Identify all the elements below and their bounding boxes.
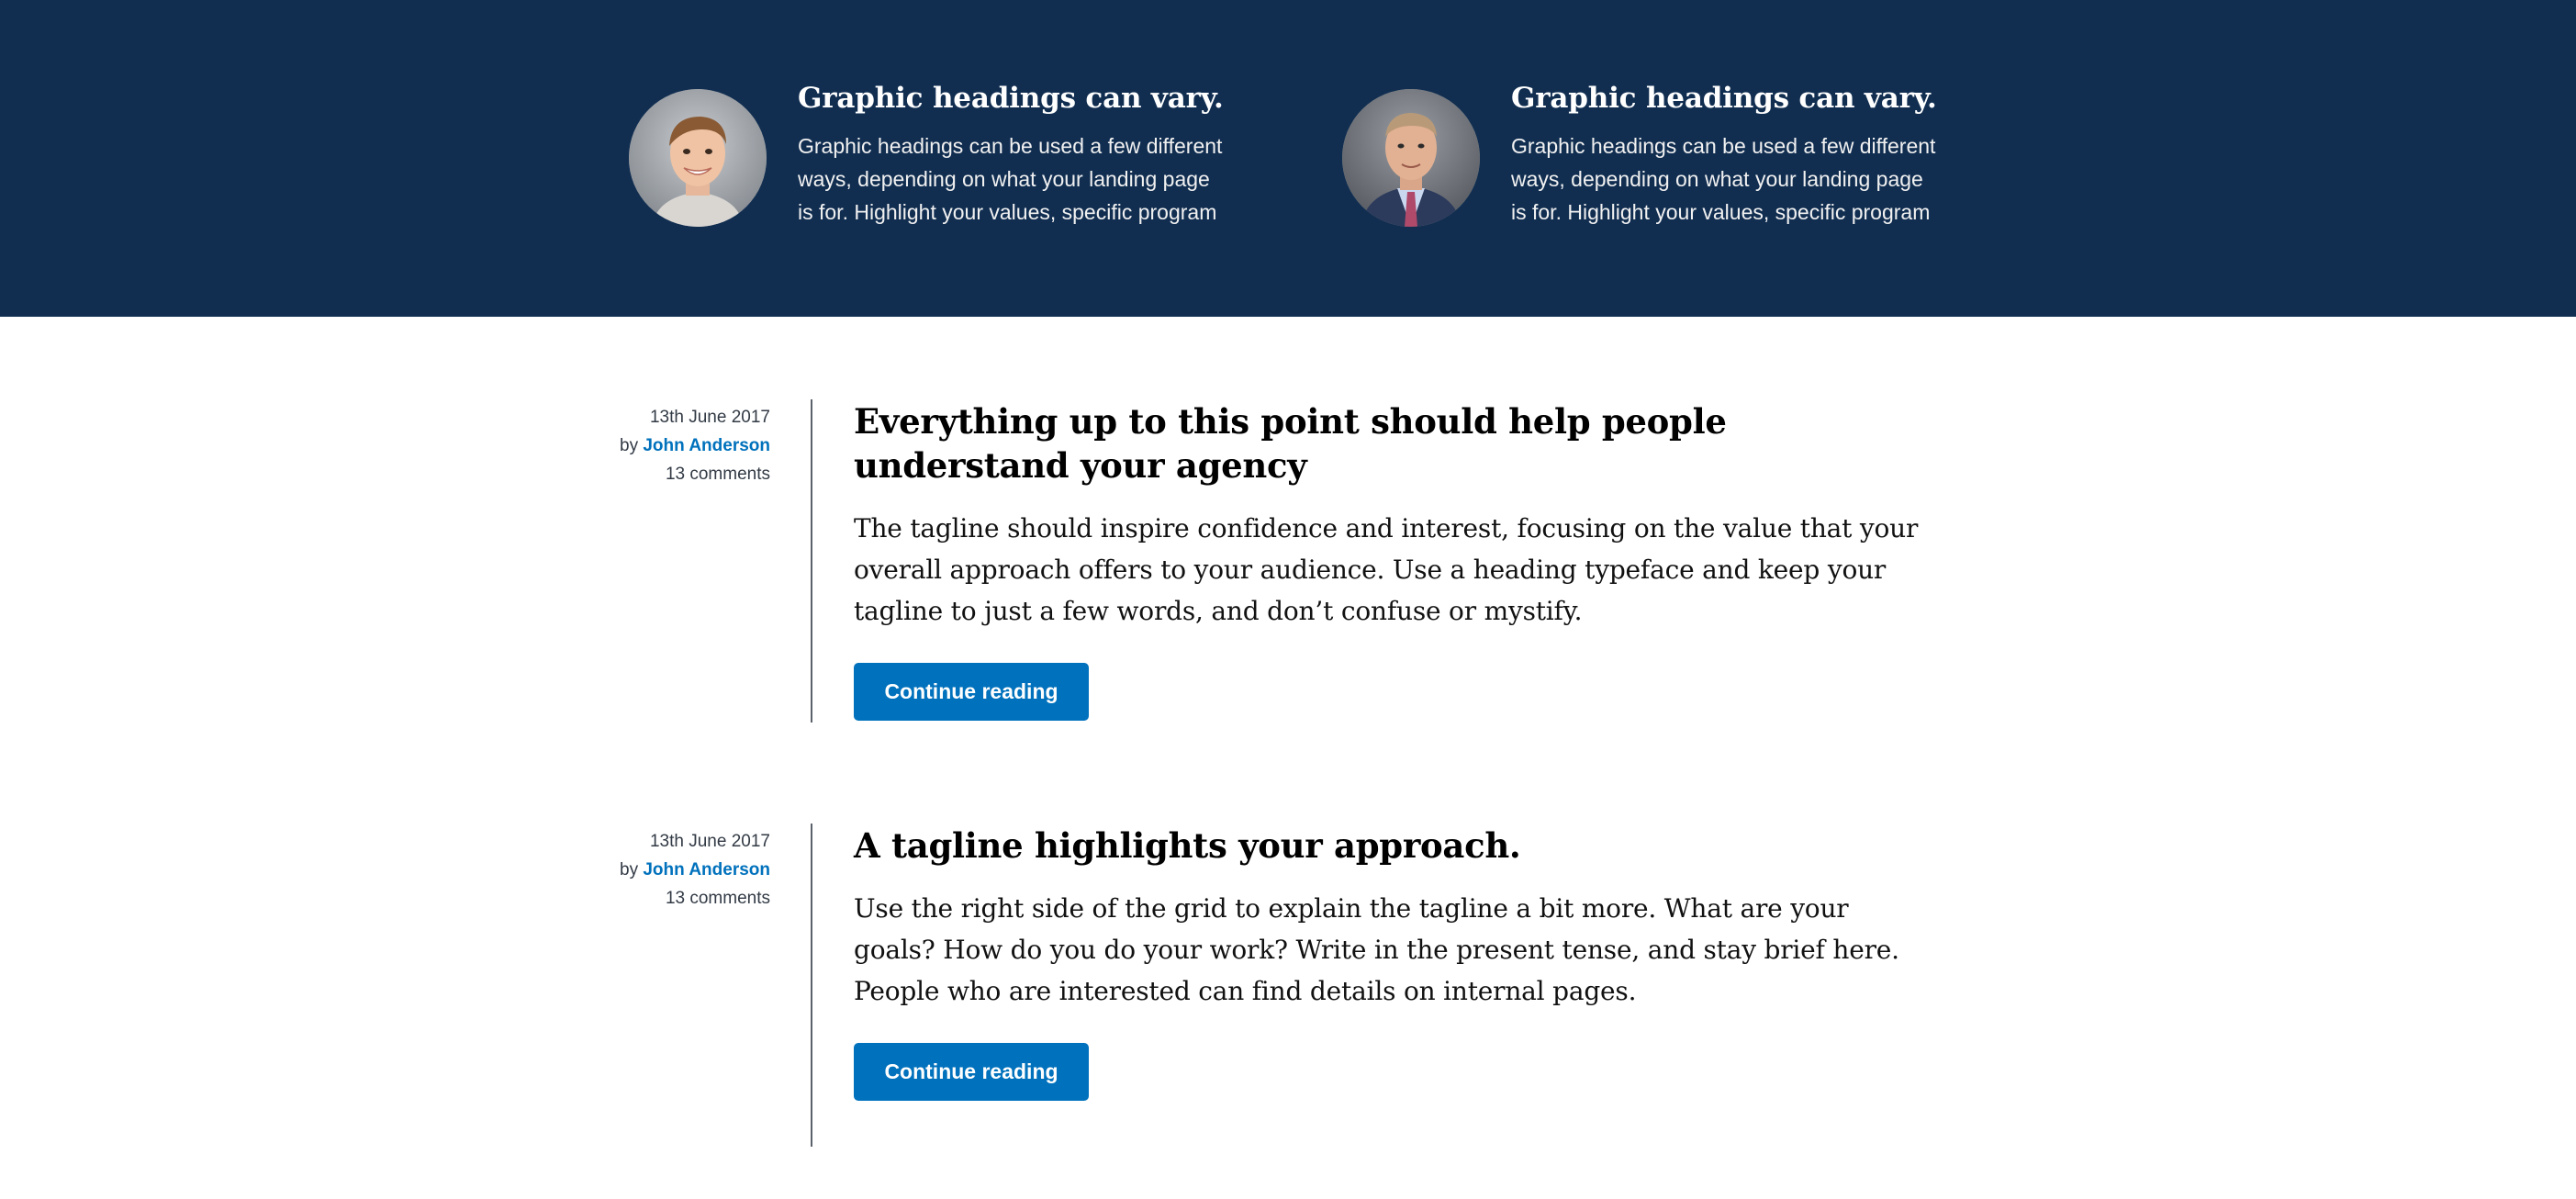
comment-count: 13 comments <box>665 465 770 484</box>
author-link[interactable]: John Anderson <box>643 860 770 880</box>
byline-prefix: by <box>620 860 639 880</box>
continue-reading-button[interactable]: Continue reading <box>854 1043 1089 1101</box>
byline-prefix: by <box>620 436 639 455</box>
post-title: Everything up to this point should help … <box>854 401 1727 486</box>
post-title: A tagline highlights your approach. <box>854 825 1521 866</box>
comment-count: 13 comments <box>665 889 770 908</box>
avatar <box>629 89 767 227</box>
post-divider <box>811 399 812 723</box>
post-date: 13th June 2017 <box>649 832 770 851</box>
person-card: Graphic headings can vary. Graphic headi… <box>629 82 1229 229</box>
person-photo-icon <box>629 89 767 227</box>
blog-post: 13th June 2017 by John Anderson 13 comme… <box>0 824 2576 1147</box>
person-heading: Graphic headings can vary. <box>798 82 1224 115</box>
post-byline: by John Anderson <box>620 431 770 460</box>
team-banner: Graphic headings can vary. Graphic headi… <box>0 0 2576 317</box>
avatar <box>1342 89 1480 227</box>
post-meta: 13th June 2017 by John Anderson 13 comme… <box>620 403 770 488</box>
post-divider <box>811 824 812 1147</box>
post-meta: 13th June 2017 by John Anderson 13 comme… <box>620 827 770 913</box>
person-description: Graphic headings can be used a few diffe… <box>798 134 1223 224</box>
person-card: Graphic headings can vary. Graphic headi… <box>1342 82 1943 229</box>
post-excerpt: Use the right side of the grid to explai… <box>854 893 1899 1006</box>
person-heading: Graphic headings can vary. <box>1511 82 1937 115</box>
post-byline: by John Anderson <box>620 856 770 884</box>
continue-reading-button[interactable]: Continue reading <box>854 663 1089 721</box>
person-description: Graphic headings can be used a few diffe… <box>1511 134 1936 224</box>
author-link[interactable]: John Anderson <box>643 436 770 455</box>
person-photo-icon <box>1342 89 1480 227</box>
post-date: 13th June 2017 <box>649 408 770 427</box>
blog-post: 13th June 2017 by John Anderson 13 comme… <box>0 399 2576 723</box>
post-excerpt: The tagline should inspire confidence an… <box>854 513 1919 626</box>
